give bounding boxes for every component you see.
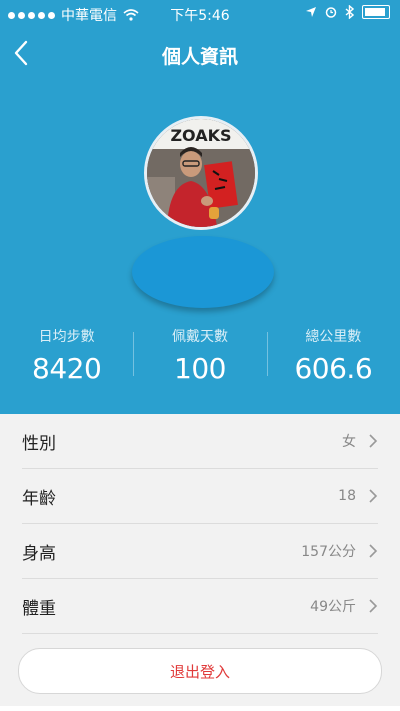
- alarm-icon: [325, 7, 337, 18]
- row-value: 18: [338, 488, 356, 504]
- stat-value: 606.6: [294, 352, 373, 385]
- profile-info-list: 性別 女 年齡 18 身高 157公分 體重 49公斤: [0, 414, 400, 634]
- row-gender[interactable]: 性別 女: [22, 414, 378, 469]
- avatar-photo: ZOAKS: [147, 119, 255, 227]
- stats-panel: 日均步數 8420 佩戴天數 100 總公里數 606.6: [0, 326, 400, 386]
- row-label: 體重: [22, 598, 56, 619]
- stat-value: 8420: [32, 352, 102, 385]
- battery-icon: [362, 5, 390, 19]
- stat-label: 佩戴天數: [171, 329, 228, 345]
- profile-header: 中華電信 下午5:46 個人資訊 ZOAKS 日均步數 8420 佩戴天數 10…: [0, 0, 400, 414]
- page-title: 個人資訊: [161, 46, 238, 68]
- nav-bar: 個人資訊: [0, 36, 400, 72]
- row-age[interactable]: 年齡 18: [22, 469, 378, 524]
- row-value: 49公斤: [310, 599, 356, 615]
- location-icon: [306, 7, 316, 17]
- avatar-shadow-blob: [132, 236, 274, 308]
- row-weight[interactable]: 體重 49公斤: [22, 579, 378, 634]
- stat-label: 日均步數: [38, 329, 95, 345]
- row-height[interactable]: 身高 157公分: [22, 524, 378, 579]
- row-label: 性別: [22, 433, 56, 454]
- stat-wear-days: 佩戴天數 100: [133, 326, 266, 386]
- status-bar: 中華電信 下午5:46: [0, 0, 400, 28]
- bottom-edge: [0, 706, 400, 711]
- avatar[interactable]: ZOAKS: [144, 116, 258, 230]
- stat-total-km: 總公里數 606.6: [266, 326, 400, 386]
- stat-avg-steps: 日均步數 8420: [0, 326, 133, 386]
- row-value: 157公分: [301, 544, 356, 560]
- bluetooth-icon: [345, 5, 354, 19]
- chevron-right-icon: [369, 489, 378, 503]
- stat-label: 總公里數: [305, 329, 362, 345]
- row-value: 女: [342, 434, 356, 450]
- chevron-right-icon: [369, 599, 378, 613]
- stat-value: 100: [174, 352, 226, 385]
- row-label: 身高: [22, 543, 56, 564]
- shirt-text: ZOAKS: [170, 126, 231, 145]
- chevron-right-icon: [369, 544, 378, 558]
- logout-button[interactable]: 退出登入: [18, 648, 382, 694]
- row-label: 年齡: [22, 488, 56, 509]
- chevron-right-icon: [369, 434, 378, 448]
